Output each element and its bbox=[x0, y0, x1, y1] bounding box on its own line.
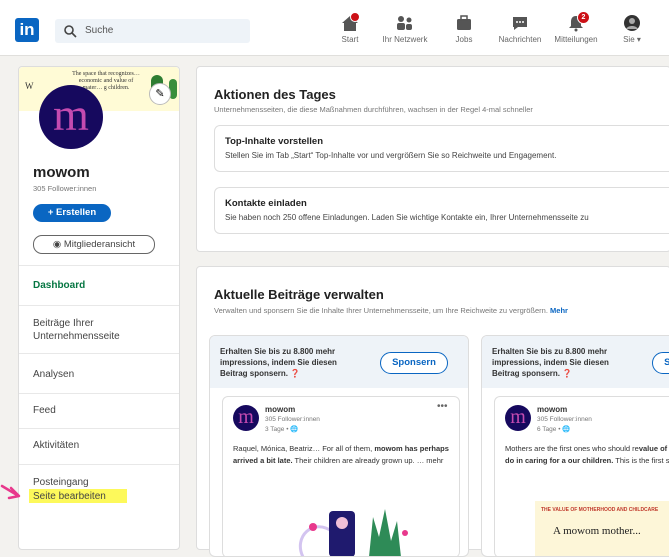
sponsor-button[interactable]: Sponsern bbox=[652, 352, 669, 374]
divider bbox=[19, 464, 179, 465]
menu-inbox[interactable]: Posteingang bbox=[33, 476, 89, 489]
post-date: 3 Tage • 🌐 bbox=[265, 426, 299, 433]
post-text-end: This is the first step. … mehr bbox=[615, 456, 669, 465]
post-card: Erhalten Sie bis zu 8.800 mehr impressio… bbox=[481, 335, 669, 557]
notification-badge: 2 bbox=[577, 11, 590, 24]
nav-label: Start bbox=[341, 35, 359, 44]
briefcase-icon bbox=[457, 15, 471, 30]
action-item[interactable]: Kontakte einladen Sie haben noch 250 off… bbox=[214, 187, 669, 234]
linkedin-logo[interactable]: in bbox=[15, 18, 39, 42]
divider bbox=[19, 428, 179, 429]
posts-subtitle-text: Verwalten und sponsern Sie die Inhalte I… bbox=[214, 306, 548, 315]
more-options-icon[interactable]: ••• bbox=[437, 401, 448, 412]
member-view-button[interactable]: ◉ Mitgliederansicht bbox=[33, 235, 155, 254]
post-date: 6 Tage • 🌐 bbox=[537, 426, 571, 433]
nav-messages[interactable]: Nachrichten bbox=[490, 14, 550, 44]
post-text: Raquel, Mónica, Beatriz… For all of them… bbox=[233, 443, 451, 467]
nav-label: Mitteilungen bbox=[554, 35, 598, 44]
action-item-text: Sie haben noch 250 offene Einladungen. L… bbox=[225, 213, 589, 222]
post-text-start: Mothers are the first ones who should re bbox=[505, 444, 639, 453]
post-card: Erhalten Sie bis zu 8.800 mehr impressio… bbox=[209, 335, 469, 557]
post-author-avatar: m bbox=[233, 405, 259, 431]
post-author: mowom bbox=[265, 405, 296, 414]
promo-label: Erhalten Sie bis zu 8.800 mehr impressio… bbox=[220, 347, 337, 378]
banner-initial: W bbox=[25, 81, 34, 91]
post-followers: 305 Follower:innen bbox=[265, 416, 320, 423]
promo-text: Erhalten Sie bis zu 8.800 mehr impressio… bbox=[492, 346, 632, 379]
post-text-end: Their children are already grown up. … m… bbox=[292, 456, 444, 465]
daily-actions-card: Aktionen des Tages Unternehmensseiten, d… bbox=[196, 66, 669, 252]
action-item-title: Top-Inhalte vorstellen bbox=[225, 136, 324, 147]
search-placeholder: Suche bbox=[85, 25, 114, 36]
post-illustration bbox=[298, 509, 408, 556]
actions-subtitle: Unternehmensseiten, die diese Maßnahmen … bbox=[214, 105, 533, 114]
promo-text: Erhalten Sie bis zu 8.800 mehr impressio… bbox=[220, 346, 360, 379]
post-followers: 305 Follower:innen bbox=[537, 416, 592, 423]
divider bbox=[19, 265, 179, 266]
post-preview[interactable]: m mowom 305 Follower:innen 6 Tage • 🌐 Mo… bbox=[494, 396, 669, 556]
nav-label: Nachrichten bbox=[498, 35, 542, 44]
nav-jobs[interactable]: Jobs bbox=[434, 14, 494, 44]
nav-network[interactable]: Ihr Netzwerk bbox=[375, 14, 435, 44]
menu-feed[interactable]: Feed bbox=[33, 404, 56, 417]
chat-icon bbox=[513, 17, 527, 30]
pointer-arrow-icon bbox=[0, 484, 21, 500]
menu-dashboard[interactable]: Dashboard bbox=[33, 279, 85, 292]
post-author: mowom bbox=[537, 405, 568, 414]
promo-label: Erhalten Sie bis zu 8.800 mehr impressio… bbox=[492, 347, 609, 378]
menu-edit-page[interactable]: Seite bearbeiten bbox=[33, 490, 106, 503]
divider bbox=[19, 305, 179, 306]
search-bar[interactable]: Suche bbox=[55, 19, 250, 43]
create-button[interactable]: + Erstellen bbox=[33, 204, 111, 222]
sponsor-promo: Erhalten Sie bis zu 8.800 mehr impressio… bbox=[482, 336, 669, 388]
member-view-label: Mitgliederansicht bbox=[63, 239, 136, 250]
avatar-icon bbox=[624, 15, 640, 31]
home-notification-dot bbox=[350, 12, 360, 22]
top-navigation-bar: in Suche Start Ihr Netzwerk Jobs Nachric… bbox=[0, 0, 669, 56]
action-item[interactable]: Top-Inhalte vorstellen Stellen Sie im Ta… bbox=[214, 125, 669, 172]
menu-page-posts[interactable]: Beiträge Ihrer Unternehmensseite bbox=[33, 317, 163, 343]
search-icon bbox=[64, 25, 77, 38]
nav-label: Ihr Netzwerk bbox=[382, 35, 428, 44]
company-sidebar: W The space that recognizes… economic an… bbox=[18, 66, 180, 550]
posts-title: Aktuelle Beiträge verwalten bbox=[214, 287, 384, 302]
actions-title: Aktionen des Tages bbox=[214, 87, 336, 102]
divider bbox=[19, 353, 179, 354]
company-logo: m bbox=[39, 85, 103, 149]
nav-me[interactable]: Sie ▾ bbox=[602, 14, 662, 44]
more-link[interactable]: Mehr bbox=[550, 306, 568, 315]
network-icon bbox=[397, 16, 412, 30]
divider bbox=[19, 393, 179, 394]
eye-icon: ◉ bbox=[52, 239, 64, 250]
post-preview[interactable]: m mowom 305 Follower:innen 3 Tage • 🌐 ••… bbox=[222, 396, 460, 556]
post-image: THE VALUE OF MOTHERHOOD AND CHILDCARE A … bbox=[535, 501, 669, 556]
company-name: mowom bbox=[33, 164, 90, 181]
action-item-title: Kontakte einladen bbox=[225, 198, 307, 209]
image-caption-small: THE VALUE OF MOTHERHOOD AND CHILDCARE bbox=[541, 507, 659, 513]
action-item-text: Stellen Sie im Tab „Start“ Top-Inhalte v… bbox=[225, 151, 557, 160]
post-author-avatar: m bbox=[505, 405, 531, 431]
edit-pencil-icon[interactable]: ✎ bbox=[149, 83, 171, 105]
posts-subtitle: Verwalten und sponsern Sie die Inhalte I… bbox=[214, 306, 568, 315]
nav-label: Jobs bbox=[455, 35, 473, 44]
nav-label: Sie ▾ bbox=[623, 35, 641, 44]
nav-home[interactable]: Start bbox=[320, 12, 380, 44]
follower-count: 305 Follower:innen bbox=[33, 184, 97, 193]
post-text: Mothers are the first ones who should re… bbox=[505, 443, 669, 467]
post-text-start: Raquel, Mónica, Beatriz… For all of them… bbox=[233, 444, 375, 453]
help-icon[interactable]: ❓ bbox=[562, 369, 572, 378]
sponsor-button[interactable]: Sponsern bbox=[380, 352, 448, 374]
nav-notifications[interactable]: 2 Mitteilungen bbox=[546, 11, 606, 44]
help-icon[interactable]: ❓ bbox=[290, 369, 300, 378]
manage-posts-card: Aktuelle Beiträge verwalten Verwalten un… bbox=[196, 266, 669, 557]
menu-activity[interactable]: Aktivitäten bbox=[33, 439, 79, 452]
image-caption: A mowom mother... bbox=[553, 525, 641, 537]
menu-analytics[interactable]: Analysen bbox=[33, 368, 74, 381]
sponsor-promo: Erhalten Sie bis zu 8.800 mehr impressio… bbox=[210, 336, 468, 388]
